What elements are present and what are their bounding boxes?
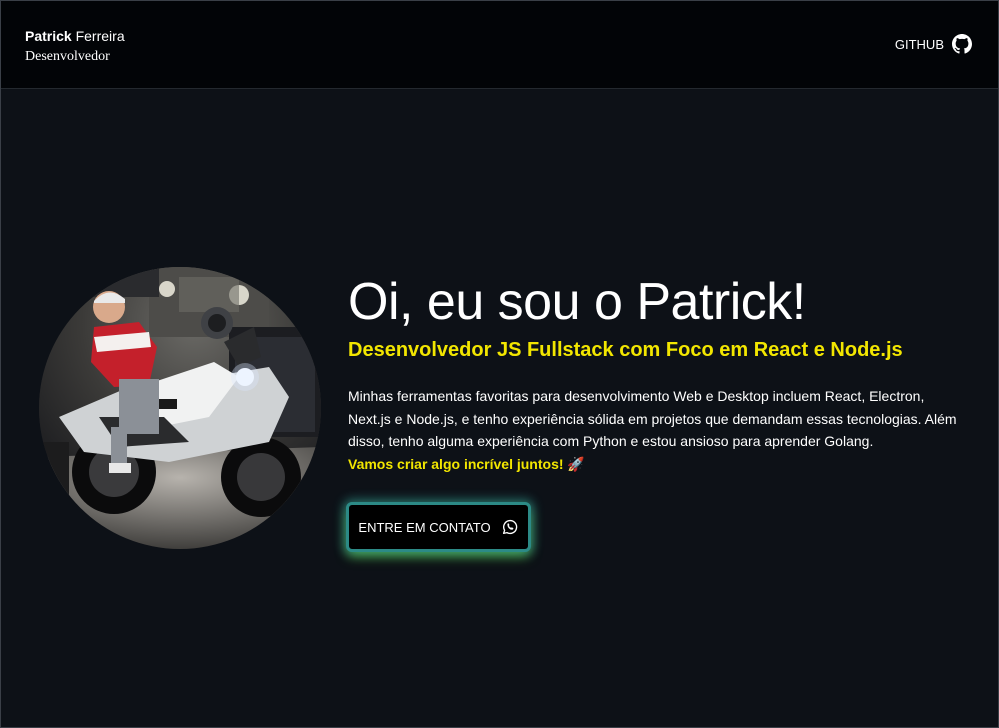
- hero-description-text: Minhas ferramentas favoritas para desenv…: [348, 388, 957, 449]
- github-link[interactable]: GITHUB: [895, 34, 972, 54]
- page: Patrick Ferreira Desenvolvedor GITHUB Oi…: [0, 0, 999, 728]
- brand[interactable]: Patrick Ferreira Desenvolvedor: [25, 27, 125, 67]
- brand-name: Patrick Ferreira: [25, 27, 125, 45]
- contact-button-label: ENTRE EM CONTATO: [358, 519, 491, 535]
- whatsapp-icon: [501, 518, 519, 536]
- brand-first-name: Patrick: [25, 28, 72, 44]
- brand-role: Desenvolvedor: [25, 49, 110, 64]
- hero-cta-text: Vamos criar algo incrível juntos! 🚀: [348, 455, 585, 472]
- hero-subtitle: Desenvolvedor JS Fullstack com Foco em R…: [348, 339, 903, 361]
- profile-photo: [39, 267, 321, 549]
- hero-title: Oi, eu sou o Patrick!: [348, 273, 806, 331]
- github-icon: [952, 34, 972, 54]
- contact-button[interactable]: ENTRE EM CONTATO: [346, 502, 531, 552]
- hero-section: Oi, eu sou o Patrick! Desenvolvedor JS F…: [348, 271, 968, 475]
- hero-description: Minhas ferramentas favoritas para desenv…: [348, 385, 960, 475]
- brand-last-name: Ferreira: [75, 28, 125, 44]
- top-header: Patrick Ferreira Desenvolvedor GITHUB: [1, 1, 998, 89]
- github-label: GITHUB: [894, 36, 944, 52]
